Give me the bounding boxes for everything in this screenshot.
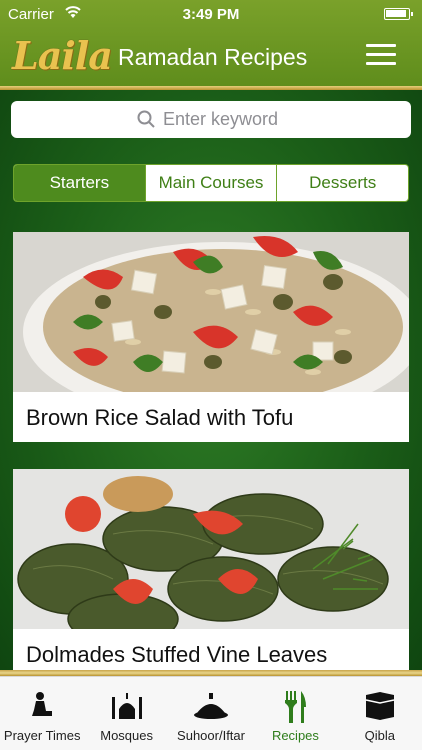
recipe-title: Brown Rice Salad with Tofu bbox=[26, 405, 294, 430]
battery-icon bbox=[384, 8, 413, 20]
status-time: 3:49 PM bbox=[182, 6, 240, 23]
tab-label: Prayer Times bbox=[3, 728, 81, 743]
tab-label: Qibla bbox=[364, 728, 395, 743]
tab-recipes[interactable]: Recipes bbox=[253, 677, 337, 750]
mosque-icon bbox=[111, 693, 142, 719]
search-input[interactable] bbox=[163, 107, 393, 132]
recipe-card[interactable]: Brown Rice Salad with Tofu bbox=[13, 232, 409, 442]
tab-mosques[interactable]: Mosques bbox=[84, 677, 168, 750]
tab-label: Mosques bbox=[100, 728, 153, 743]
tab-label: Suhoor/Iftar bbox=[177, 728, 245, 743]
app-logo: Laila bbox=[12, 33, 113, 78]
main-content[interactable]: Starters Main Courses Desserts bbox=[0, 90, 422, 676]
fork-knife-icon bbox=[285, 691, 307, 723]
recipe-photo[interactable] bbox=[13, 232, 409, 392]
tab-label: Recipes bbox=[271, 728, 319, 743]
status-bar: Carrier 3:49 PM bbox=[0, 0, 422, 30]
hamburger-menu-icon[interactable] bbox=[366, 44, 396, 68]
dish-icon bbox=[194, 693, 229, 719]
recipe-photo[interactable] bbox=[13, 469, 409, 629]
recipe-card[interactable]: Dolmades Stuffed Vine Leaves bbox=[13, 469, 409, 676]
category-segmented-control[interactable]: Starters Main Courses Desserts bbox=[13, 164, 409, 202]
tab-qibla[interactable]: Qibla bbox=[338, 677, 422, 750]
segment-main-courses[interactable]: Main Courses bbox=[144, 165, 277, 201]
segment-desserts[interactable]: Desserts bbox=[276, 165, 408, 201]
prayer-icon bbox=[32, 692, 53, 716]
search-field[interactable] bbox=[11, 101, 411, 138]
tab-prayer-times[interactable]: Prayer Times bbox=[0, 677, 84, 750]
page-title: Ramadan Recipes bbox=[118, 44, 308, 70]
segment-starters[interactable]: Starters bbox=[14, 165, 145, 201]
tab-suhoor-iftar[interactable]: Suhoor/Iftar bbox=[169, 677, 253, 750]
kaaba-icon bbox=[365, 692, 394, 720]
recipe-title: Dolmades Stuffed Vine Leaves bbox=[26, 642, 328, 667]
bottom-tab-bar[interactable]: Prayer Times Mosques Suhoor/Iftar Recipe… bbox=[0, 676, 422, 750]
search-icon bbox=[137, 110, 155, 128]
